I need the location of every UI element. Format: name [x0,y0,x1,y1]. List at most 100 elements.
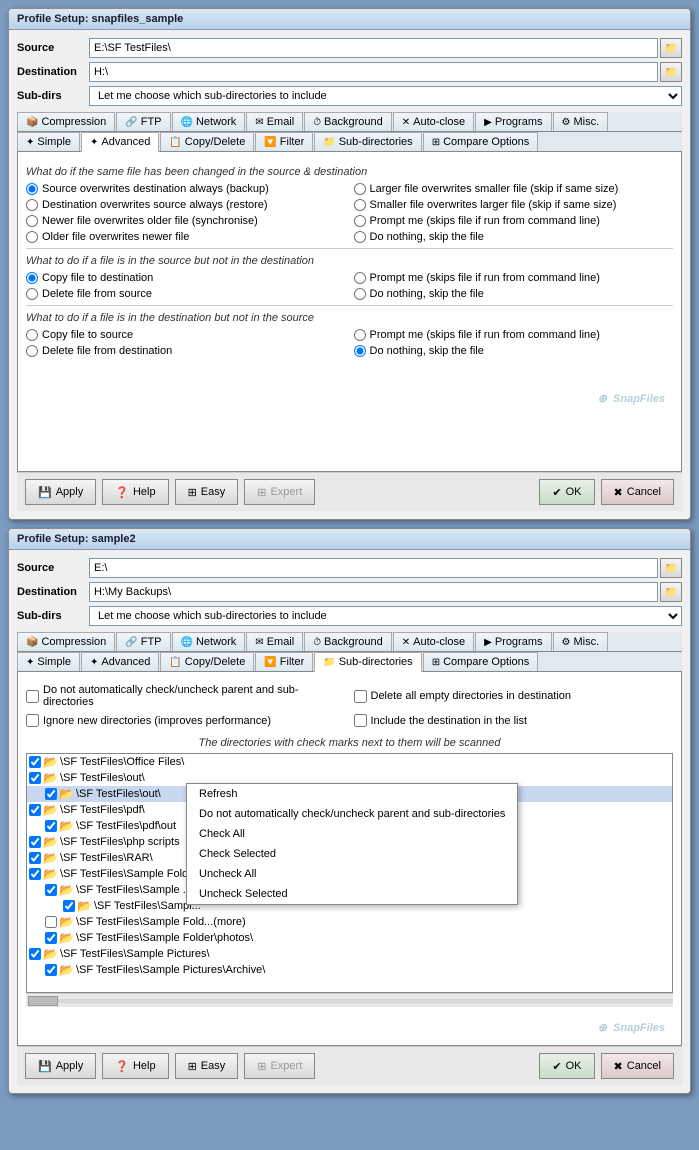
tab2-advanced[interactable]: ✦Advanced [81,652,159,671]
subdirs-select-2[interactable]: Let me choose which sub-directories to i… [89,606,682,626]
expert-button-1[interactable]: ⊞ Expert [244,479,315,505]
destination-input[interactable] [89,62,658,82]
destination-browse-button[interactable]: 📁 [660,62,682,82]
tree-checkbox[interactable] [29,836,41,848]
tab-autoclose[interactable]: ✕Auto-close [393,112,474,131]
expert-button-2[interactable]: ⊞ Expert [244,1053,315,1079]
tree-checkbox[interactable] [29,852,41,864]
tab-programs[interactable]: ▶Programs [475,112,551,131]
cb-label[interactable]: Include the destination in the list [371,715,528,727]
radio-dest-overwrites[interactable] [26,199,38,211]
horizontal-scrollbar[interactable] [26,993,673,1007]
easy-button-2[interactable]: ⊞ Easy [175,1053,239,1079]
radio-copy-to-source[interactable] [26,329,38,341]
tab2-background[interactable]: ⏱Background [304,632,392,651]
tab-compare[interactable]: ⊞Compare Options [423,132,539,151]
tree-item[interactable]: 📂 \SF TestFiles\Sample Fold...(more) [27,914,672,930]
context-menu-refresh[interactable]: Refresh [187,784,517,804]
radio-label[interactable]: Copy file to source [42,329,133,341]
tree-checkbox[interactable] [45,916,57,928]
tab-email[interactable]: ✉Email [246,112,303,131]
tab2-ftp[interactable]: 🔗FTP [116,632,170,651]
tree-checkbox[interactable] [29,868,41,880]
cb-ignore-new[interactable] [26,714,39,727]
tab2-compression[interactable]: 📦Compression [17,632,115,651]
tab2-misc[interactable]: ⚙Misc. [553,632,609,651]
source-browse-button[interactable]: 📁 [660,38,682,58]
radio-do-nothing-1[interactable] [354,231,366,243]
tree-checkbox[interactable] [45,788,57,800]
radio-label[interactable]: Do nothing, skip the file [370,231,484,243]
tree-checkbox[interactable] [29,756,41,768]
tab2-copydel[interactable]: 📋Copy/Delete [160,652,254,671]
tree-item[interactable]: 📂 \SF TestFiles\Office Files\ [27,754,672,770]
radio-label[interactable]: Larger file overwrites smaller file (ski… [370,183,619,195]
tree-checkbox[interactable] [45,820,57,832]
radio-prompt-cmdline-1[interactable] [354,215,366,227]
source-input[interactable] [89,38,658,58]
tree-checkbox[interactable] [29,772,41,784]
tab2-programs[interactable]: ▶Programs [475,632,551,651]
source-browse-button-2[interactable]: 📁 [660,558,682,578]
context-menu-check-selected[interactable]: Check Selected [187,844,517,864]
radio-older-file[interactable] [26,231,38,243]
ok-button-1[interactable]: ✔ OK [539,479,594,505]
destination-input-2[interactable] [89,582,658,602]
source-input-2[interactable] [89,558,658,578]
radio-delete-from-source[interactable] [26,288,38,300]
tab-ftp[interactable]: 🔗FTP [116,112,170,131]
radio-prompt-cmdline-3[interactable] [354,329,366,341]
ok-button-2[interactable]: ✔ OK [539,1053,594,1079]
cb-include-dest[interactable] [354,714,367,727]
tab-background[interactable]: ⏱Background [304,112,392,131]
radio-larger-file[interactable] [354,183,366,195]
radio-label[interactable]: Prompt me (skips file if run from comman… [370,329,600,341]
radio-label[interactable]: Do nothing, skip the file [370,345,484,357]
tab-network[interactable]: 🌐Network [172,112,246,131]
easy-button-1[interactable]: ⊞ Easy [175,479,239,505]
tab2-compare[interactable]: ⊞Compare Options [423,652,539,671]
cancel-button-1[interactable]: ✖ Cancel [601,479,674,505]
cb-label[interactable]: Ignore new directories (improves perform… [43,715,271,727]
tree-item[interactable]: 📂 \SF TestFiles\Sample Pictures\Archive\ [27,962,672,978]
tree-checkbox[interactable] [29,948,41,960]
tab2-autoclose[interactable]: ✕Auto-close [393,632,474,651]
tree-item[interactable]: 📂 \SF TestFiles\Sample Pictures\ [27,946,672,962]
tree-item[interactable]: 📂 \SF TestFiles\Sample Folder\photos\ [27,930,672,946]
tab-misc[interactable]: ⚙Misc. [553,112,609,131]
tree-checkbox[interactable] [45,964,57,976]
apply-button-2[interactable]: 💾 Apply [25,1053,96,1079]
radio-label[interactable]: Delete file from destination [42,345,172,357]
cancel-button-2[interactable]: ✖ Cancel [601,1053,674,1079]
radio-smaller-file[interactable] [354,199,366,211]
context-menu-check-all[interactable]: Check All [187,824,517,844]
radio-do-nothing-3[interactable] [354,345,366,357]
apply-button-1[interactable]: 💾 Apply [25,479,96,505]
tree-checkbox[interactable] [63,900,75,912]
tree-checkbox[interactable] [45,884,57,896]
cb-label[interactable]: Do not automatically check/uncheck paren… [43,684,346,708]
radio-do-nothing-2[interactable] [354,288,366,300]
tree-checkbox[interactable] [45,932,57,944]
tab-filter[interactable]: 🔽Filter [255,132,313,151]
radio-delete-from-dest[interactable] [26,345,38,357]
tab-compression[interactable]: 📦Compression [17,112,115,131]
radio-label[interactable]: Destination overwrites source always (re… [42,199,268,211]
cb-no-auto-check[interactable] [26,690,39,703]
tab2-subdirectories[interactable]: 📁Sub-directories [314,652,421,672]
radio-label[interactable]: Smaller file overwrites larger file (ski… [370,199,617,211]
cb-delete-empty[interactable] [354,690,367,703]
context-menu-no-auto-check[interactable]: Do not automatically check/uncheck paren… [187,804,517,824]
radio-label[interactable]: Copy file to destination [42,272,153,284]
radio-newer-file[interactable] [26,215,38,227]
tab2-email[interactable]: ✉Email [246,632,303,651]
tab-copydel[interactable]: 📋Copy/Delete [160,132,254,151]
radio-label[interactable]: Older file overwrites newer file [42,231,189,243]
tab2-network[interactable]: 🌐Network [172,632,246,651]
tree-checkbox[interactable] [29,804,41,816]
tab-subdirectories[interactable]: 📁Sub-directories [314,132,421,151]
tab2-simple[interactable]: ✦Simple [17,652,80,671]
context-menu-uncheck-all[interactable]: Uncheck All [187,864,517,884]
radio-label[interactable]: Do nothing, skip the file [370,288,484,300]
radio-copy-to-dest[interactable] [26,272,38,284]
